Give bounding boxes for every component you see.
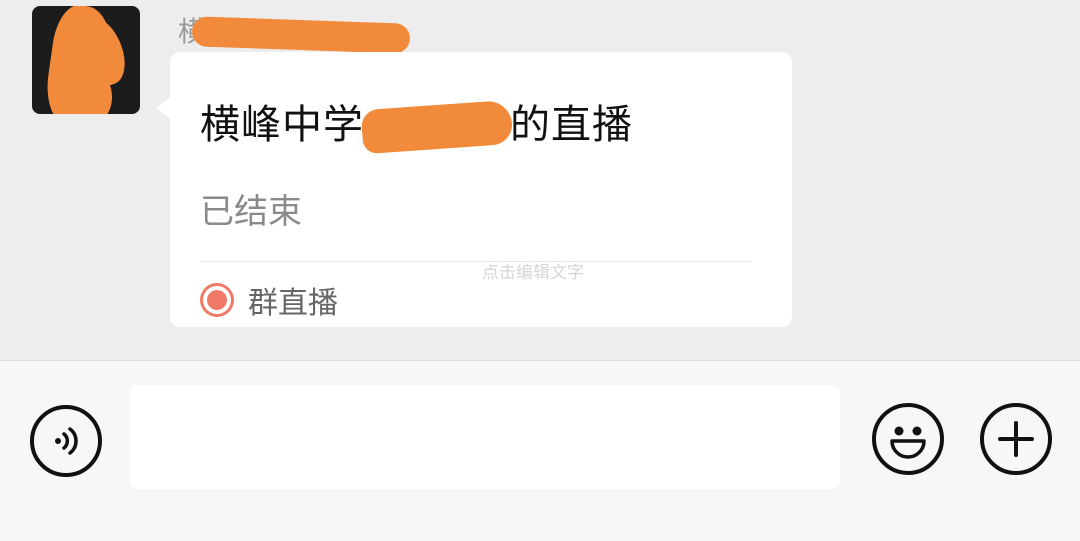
card-title-suffix: 的直播	[510, 102, 633, 148]
edit-hint-text: 点击编辑文字	[482, 263, 584, 283]
more-button[interactable]	[980, 403, 1052, 475]
emoji-icon	[890, 426, 926, 459]
voice-button[interactable]	[30, 405, 102, 477]
chat-area: 横峰 横峰中学的直播 已结束 群直播 点击编辑文字	[0, 0, 1080, 360]
card-divider	[200, 261, 752, 262]
message-input[interactable]	[130, 385, 840, 489]
card-title: 横峰中学 的直播	[200, 92, 633, 155]
voice-icon	[55, 427, 78, 455]
title-redaction	[360, 99, 514, 155]
plus-icon	[998, 421, 1034, 457]
live-stream-card[interactable]: 横峰中学 的直播 已结束 群直播	[170, 52, 792, 327]
avatar[interactable]	[32, 6, 140, 114]
card-footer: 群直播	[200, 278, 338, 322]
emoji-button[interactable]	[872, 403, 944, 475]
card-footer-label: 群直播	[248, 286, 338, 321]
card-status: 已结束	[200, 192, 302, 232]
live-record-icon	[200, 283, 234, 317]
input-bar	[0, 360, 1080, 541]
card-title-prefix: 横峰中学	[200, 102, 364, 148]
